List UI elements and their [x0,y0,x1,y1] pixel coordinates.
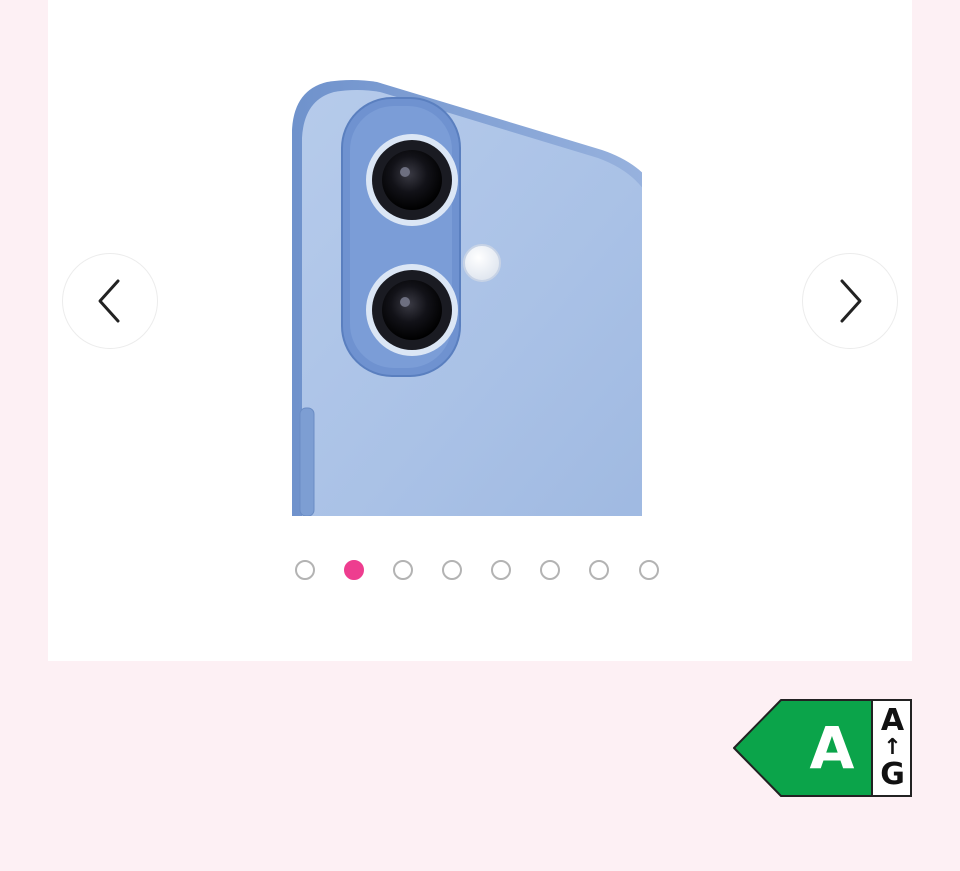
energy-scale-bottom: G [880,757,905,792]
product-image[interactable] [242,60,642,516]
energy-scale: A ↑ G [874,701,911,795]
arrow-up-icon: ↑ [883,735,902,760]
next-image-button[interactable] [802,253,898,349]
carousel-pagination [0,560,960,582]
energy-scale-top: A [880,703,905,738]
carousel-dot-3[interactable] [393,560,413,580]
page: A A ↑ G [0,0,960,871]
energy-label-badge[interactable]: A A ↑ G [733,699,913,797]
chevron-left-icon [98,279,120,323]
carousel-dot-1[interactable] [295,560,315,580]
chevron-right-icon [840,279,862,323]
carousel-dot-4[interactable] [442,560,462,580]
carousel-dot-6[interactable] [540,560,560,580]
previous-image-button[interactable] [62,253,158,349]
carousel-dot-8[interactable] [639,560,659,580]
carousel-dot-7[interactable] [589,560,609,580]
carousel-dot-2[interactable] [344,560,364,580]
carousel-dot-5[interactable] [491,560,511,580]
energy-grade: A [809,714,855,782]
